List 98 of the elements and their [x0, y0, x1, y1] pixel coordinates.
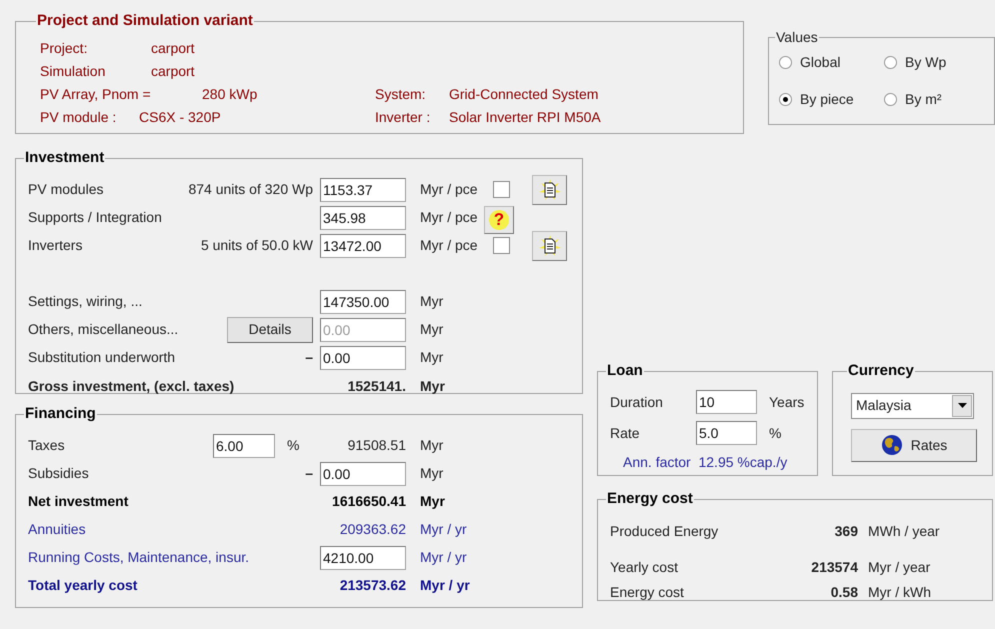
field-label: PV modules: [28, 180, 104, 199]
field-value: carport: [151, 62, 195, 81]
group-title: Energy cost: [606, 489, 694, 509]
document-button[interactable]: [532, 174, 567, 204]
group-title: Investment: [24, 148, 106, 168]
minus-sign: –: [305, 348, 313, 367]
field-value: carport: [151, 38, 195, 58]
input-field[interactable]: 0.00: [320, 462, 406, 486]
field-label: Substitution underworth: [28, 348, 176, 367]
field-label: Duration: [610, 392, 664, 412]
field-label: Net investment: [28, 492, 130, 511]
unit-label: Myr: [420, 464, 444, 483]
unit-label: %: [287, 436, 300, 455]
field-label: Running Costs, Maintenance, insur.: [28, 548, 250, 567]
field-label: Rate: [610, 424, 641, 442]
unit-label: Myr: [420, 436, 444, 455]
unit-label: Myr / year: [868, 558, 930, 577]
field-value: Grid-Connected System: [449, 84, 598, 104]
help-button[interactable]: ?: [484, 206, 514, 234]
field-detail: 5 units of 50.0 kW: [200, 236, 313, 255]
unit-label: %: [769, 424, 782, 442]
help-icon: ?: [489, 210, 509, 230]
group-title: Values: [775, 28, 819, 47]
input-field[interactable]: 345.98: [320, 206, 406, 230]
radio-button[interactable]: [779, 93, 792, 106]
input-field[interactable]: 13472.00: [320, 234, 406, 258]
unit-label: Myr: [420, 377, 445, 396]
group-title: Project and Simulation variant: [36, 11, 254, 31]
input-field[interactable]: 147350.00: [320, 290, 406, 314]
field-value: 280 kWp: [202, 84, 258, 104]
group-title: Currency: [847, 361, 915, 381]
unit-label: Myr / pce: [420, 236, 479, 255]
currency-dropdown[interactable]: Malaysia: [851, 392, 974, 418]
field-value: 213574: [810, 558, 858, 576]
unit-label: Myr: [420, 292, 444, 311]
unit-label: Myr / kWh: [868, 582, 931, 602]
globe-icon: [880, 434, 903, 456]
field-label: Simulation: [40, 62, 106, 80]
input-field[interactable]: 5.0: [696, 421, 757, 445]
checkbox[interactable]: [493, 237, 510, 254]
field-label: Annuities: [28, 520, 87, 539]
field-value: 0.58: [830, 582, 858, 602]
document-icon: [538, 178, 560, 200]
unit-label: Myr / pce: [420, 208, 479, 227]
field-label: Produced Energy: [610, 522, 720, 541]
total-label: Gross investment, (excl. taxes): [28, 377, 236, 396]
field-label: PV Array, Pnom =: [40, 84, 152, 104]
field-label: Subsidies: [28, 464, 90, 483]
field-value: 91508.51: [346, 436, 406, 455]
unit-label: Myr: [420, 348, 444, 367]
field-label: Total yearly cost: [28, 576, 138, 595]
field-label: Inverters: [28, 236, 82, 255]
radio-option[interactable]: By Wp: [884, 52, 984, 73]
document-icon: [538, 234, 560, 256]
document-button[interactable]: [532, 230, 567, 260]
field-label: Yearly cost: [610, 558, 679, 577]
input-field[interactable]: 4210.00: [320, 546, 406, 570]
unit-label: Myr / yr: [420, 548, 467, 567]
unit-label: MWh / year: [868, 522, 940, 541]
field-value: 369: [834, 522, 858, 540]
field-value: 213573.62: [338, 576, 406, 595]
rates-button[interactable]: Rates: [851, 428, 977, 462]
unit-label: Myr: [420, 320, 444, 339]
checkbox[interactable]: [493, 181, 510, 198]
radio-button[interactable]: [884, 56, 897, 69]
field-label: Inverter :: [375, 108, 432, 126]
field-label: Others, miscellaneous...: [28, 320, 178, 339]
field-value: Solar Inverter RPI M50A: [449, 108, 601, 126]
field-label: Project:: [40, 38, 88, 58]
annuity-factor: Ann. factor 12.95 %cap./y: [623, 452, 788, 472]
radio-option[interactable]: By m²: [884, 89, 984, 110]
radio-option[interactable]: Global: [779, 52, 884, 73]
minus-sign: –: [305, 464, 313, 483]
field-label: Supports / Integration: [28, 208, 162, 227]
input-field[interactable]: 0.00: [320, 346, 406, 370]
unit-label: Myr / yr: [420, 520, 467, 539]
unit-label: Myr / pce: [420, 180, 479, 199]
unit-label: Myr: [420, 492, 445, 511]
group-title: Financing: [24, 404, 97, 424]
radio-button[interactable]: [884, 93, 897, 106]
unit-label: Myr / yr: [420, 576, 470, 595]
field-label: System:: [375, 84, 427, 104]
field-value: 1616650.41: [331, 492, 406, 511]
field-label: Taxes: [28, 436, 66, 455]
radio-option[interactable]: By piece: [779, 89, 884, 110]
input-field[interactable]: 6.00: [213, 434, 275, 458]
radio-button[interactable]: [779, 56, 792, 69]
field-detail: 874 units of 320 Wp: [188, 180, 313, 199]
field-label: Energy cost: [610, 582, 685, 602]
total-value: 1525141.: [346, 377, 406, 396]
unit-label: Years: [769, 392, 804, 412]
field-label: PV module :: [40, 108, 118, 126]
field-label: Settings, wiring, ...: [28, 292, 142, 311]
input-field[interactable]: 10: [696, 390, 757, 414]
input-field[interactable]: 1153.37: [320, 178, 406, 202]
field-value: 209363.62: [338, 520, 406, 539]
group-title: Loan: [606, 361, 644, 381]
field-value: CS6X - 320P: [139, 108, 221, 126]
